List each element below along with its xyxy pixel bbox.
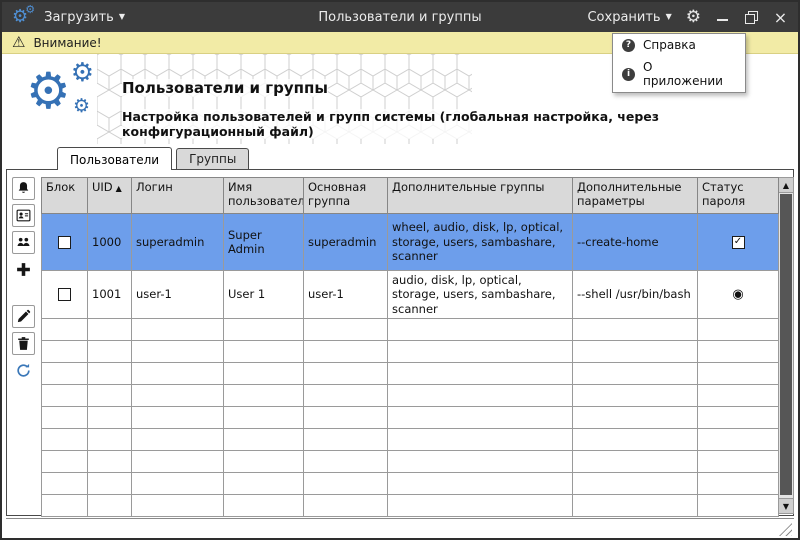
app-logo-gears: ⚙ ⚙ ⚙: [26, 66, 86, 116]
user-card-button[interactable]: [12, 204, 35, 227]
table-row-empty: [42, 451, 779, 473]
gear-icon: ⚙: [26, 62, 71, 120]
pencil-icon: [15, 308, 32, 325]
table-row-empty: [42, 385, 779, 407]
cell-primary-group: user-1: [304, 271, 388, 319]
minimize-icon: [717, 19, 728, 21]
load-button[interactable]: Загрузить ▼: [44, 10, 125, 25]
column-header-password-status[interactable]: Статус пароля: [698, 178, 779, 214]
app-logo-gears-icon: ⚙⚙: [12, 8, 28, 26]
user-card-icon: [15, 207, 32, 224]
page-title: Пользователи и группы: [122, 79, 328, 97]
scrollbar-track[interactable]: [779, 193, 793, 498]
password-status-radio[interactable]: ◉: [732, 287, 743, 302]
warning-text: Внимание!: [33, 36, 101, 50]
cell-additional-params: --create-home: [573, 214, 698, 271]
check-icon: ✓: [734, 237, 742, 247]
table-area: Блок UID▲ Логин Имя пользователя Основна…: [41, 170, 793, 515]
password-status-checkbox[interactable]: ✓: [732, 236, 745, 249]
warning-icon: ⚠: [12, 35, 25, 50]
toolbar-spacer: [12, 285, 41, 301]
table-row-empty: [42, 341, 779, 363]
menu-item-help[interactable]: ? Справка: [613, 34, 745, 56]
bell-icon: [15, 180, 32, 197]
chevron-down-icon: ▼: [666, 13, 672, 21]
help-icon: ?: [622, 39, 635, 52]
gear-icon: ⚙: [71, 60, 94, 86]
plus-icon: [15, 261, 32, 278]
table-row-empty: [42, 429, 779, 451]
table-row-empty: [42, 495, 779, 517]
resize-grip[interactable]: [779, 523, 792, 536]
load-button-label: Загрузить: [44, 10, 114, 25]
cell-additional-groups: wheel, audio, disk, lp, optical, storage…: [388, 214, 573, 271]
table-row-empty: [42, 319, 779, 341]
cell-additional-groups: audio, disk, lp, optical, storage, users…: [388, 271, 573, 319]
block-checkbox[interactable]: [58, 236, 71, 249]
page-subtitle: Настройка пользователей и групп системы …: [122, 109, 784, 139]
save-button-label: Сохранить: [587, 10, 660, 25]
column-header-login[interactable]: Логин: [132, 178, 224, 214]
table-row-empty: [42, 363, 779, 385]
cell-uid: 1001: [88, 271, 132, 319]
table-row-empty: [42, 407, 779, 429]
trash-icon: [15, 335, 32, 352]
cell-uid: 1000: [88, 214, 132, 271]
app-menu: ? Справка i О приложении: [612, 33, 746, 93]
content-area: Блок UID▲ Логин Имя пользователя Основна…: [6, 169, 794, 516]
menu-item-about[interactable]: i О приложении: [613, 56, 745, 92]
settings-gear-button[interactable]: ⚙: [686, 9, 701, 26]
refresh-icon: [15, 362, 32, 379]
tab-groups[interactable]: Группы: [176, 148, 249, 169]
menu-item-label: О приложении: [643, 60, 736, 88]
left-toolbar: [7, 170, 41, 515]
column-header-block[interactable]: Блок: [42, 178, 88, 214]
vertical-scrollbar: ▲ ▼: [779, 177, 794, 514]
tab-bar: Пользователи Группы: [2, 144, 798, 169]
cell-additional-params: --shell /usr/bin/bash: [573, 271, 698, 319]
column-header-uid[interactable]: UID▲: [88, 178, 132, 214]
block-checkbox[interactable]: [58, 288, 71, 301]
save-button[interactable]: Сохранить ▼: [587, 10, 671, 25]
scroll-down-button[interactable]: ▼: [779, 498, 793, 513]
column-header-fullname[interactable]: Имя пользователя: [224, 178, 304, 214]
gear-icon: ⚙: [73, 97, 90, 116]
cell-login: superadmin: [132, 214, 224, 271]
menu-item-label: Справка: [643, 38, 696, 52]
cell-login: user-1: [132, 271, 224, 319]
table-row-superadmin[interactable]: 1000 superadmin Super Admin superadmin w…: [42, 214, 779, 271]
scrollbar-thumb[interactable]: [780, 194, 792, 495]
close-button[interactable]: ×: [773, 10, 788, 25]
edit-user-button[interactable]: [12, 305, 35, 328]
cell-primary-group: superadmin: [304, 214, 388, 271]
user-group-button[interactable]: [12, 231, 35, 254]
table-header-row: Блок UID▲ Логин Имя пользователя Основна…: [42, 178, 779, 214]
add-user-button[interactable]: [12, 258, 35, 281]
users-table: Блок UID▲ Логин Имя пользователя Основна…: [41, 177, 779, 517]
status-bar: [6, 518, 794, 538]
delete-user-button[interactable]: [12, 332, 35, 355]
column-header-primary-group[interactable]: Основная группа: [304, 178, 388, 214]
user-group-icon: [15, 234, 32, 251]
table-row-user-1[interactable]: 1001 user-1 User 1 user-1 audio, disk, l…: [42, 271, 779, 319]
chevron-down-icon: ▼: [119, 13, 125, 21]
sort-asc-icon: ▲: [116, 184, 122, 193]
titlebar: ⚙⚙ Загрузить ▼ Пользователи и группы Сох…: [2, 2, 798, 32]
table-row-empty: [42, 473, 779, 495]
users-table-body: 1000 superadmin Super Admin superadmin w…: [42, 214, 779, 517]
notifications-button[interactable]: [12, 177, 35, 200]
column-header-additional-params[interactable]: Дополнительные параметры: [573, 178, 698, 214]
minimize-button[interactable]: [715, 10, 730, 25]
column-header-additional-groups[interactable]: Дополнительные группы: [388, 178, 573, 214]
refresh-button[interactable]: [12, 359, 35, 382]
info-icon: i: [622, 68, 635, 81]
tab-users[interactable]: Пользователи: [57, 147, 172, 170]
cell-fullname: User 1: [224, 271, 304, 319]
cell-fullname: Super Admin: [224, 214, 304, 271]
maximize-button[interactable]: [744, 10, 759, 25]
app-window: ⚙⚙ Загрузить ▼ Пользователи и группы Сох…: [0, 0, 800, 540]
scroll-up-button[interactable]: ▲: [779, 178, 793, 193]
maximize-icon: [745, 11, 758, 24]
